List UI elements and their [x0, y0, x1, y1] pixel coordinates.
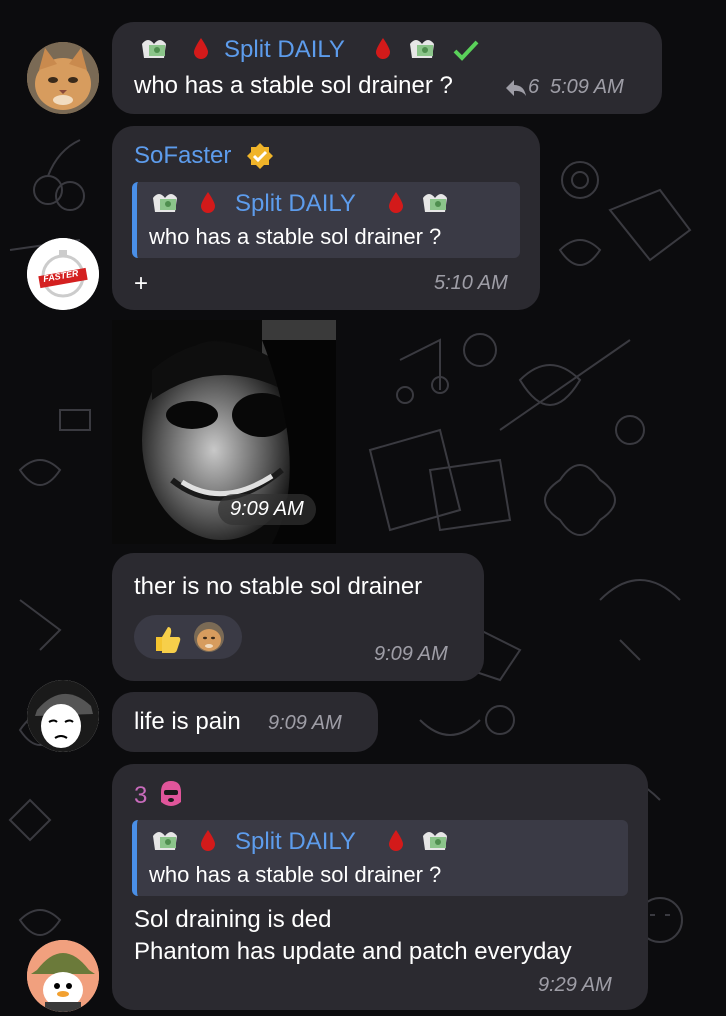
avatar-cat[interactable]: [27, 42, 99, 114]
cat-avatar-icon: [27, 42, 99, 114]
message-text-line-2: Phantom has update and patch everyday: [134, 938, 572, 965]
verified-badge-icon: [247, 143, 273, 169]
message-text: life is pain: [134, 708, 241, 735]
sender-name[interactable]: SoFaster: [134, 142, 231, 170]
reply-arrow-icon[interactable]: [504, 78, 528, 98]
avatar-duck-hat[interactable]: [27, 940, 99, 1012]
reaction-chip[interactable]: [134, 615, 242, 659]
message-bubble-4[interactable]: ther is no stable sol drainer 9:09 AM: [112, 553, 484, 681]
message-text-line-1: Sol draining is ded: [134, 906, 332, 933]
quoted-text: who has a stable sol drainer ?: [149, 862, 442, 887]
blood-drop-icon: [376, 38, 390, 59]
wojak-avatar-icon: [27, 680, 99, 752]
checkmark-icon: [453, 40, 479, 61]
money-with-wings-icon: [151, 828, 185, 859]
blood-drop-icon: [201, 830, 215, 851]
photo-time: 9:09 AM: [218, 494, 316, 525]
quoted-sender: Split DAILY: [235, 190, 356, 217]
blood-drop-icon: [194, 38, 208, 59]
blood-drop-icon: [201, 192, 215, 213]
thumbs-up-icon: [152, 623, 182, 658]
quoted-sender: Split DAILY: [235, 828, 356, 855]
message-bubble-5[interactable]: life is pain 9:09 AM: [112, 692, 378, 752]
message-time: 9:09 AM: [374, 643, 448, 665]
money-with-wings-icon: [421, 828, 455, 859]
blood-drop-icon: [389, 830, 403, 851]
money-with-wings-icon: [408, 36, 442, 67]
message-bubble-1[interactable]: Split DAILY who has a stable sol drainer…: [112, 22, 662, 114]
avatar-wojak[interactable]: [27, 680, 99, 752]
blood-drop-icon: [389, 192, 403, 213]
message-time: 9:09 AM: [268, 712, 342, 734]
balaclava-icon: [161, 781, 181, 806]
quoted-text: who has a stable sol drainer ?: [149, 224, 442, 249]
message-text: ther is no stable sol drainer: [134, 573, 423, 600]
quoted-message[interactable]: Split DAILY who has a stable sol drainer…: [132, 820, 628, 896]
photo-message[interactable]: 9:09 AM: [112, 320, 336, 544]
message-bubble-2[interactable]: SoFaster Split DAILY who has a stable so…: [112, 126, 540, 310]
reply-count[interactable]: 6: [528, 76, 539, 99]
money-with-wings-icon: [421, 190, 455, 221]
sender-name[interactable]: 3: [134, 782, 147, 810]
message-text: who has a stable sol drainer ?: [134, 72, 453, 99]
message-text: +: [134, 270, 149, 297]
message-time: 5:10 AM: [434, 272, 508, 294]
message-bubble-6[interactable]: 3 Split DAILY who has a stable sol drain…: [112, 764, 648, 1010]
quoted-message[interactable]: Split DAILY who has a stable sol drainer…: [132, 182, 520, 258]
sender-name[interactable]: Split DAILY: [224, 36, 345, 64]
avatar-sofaster[interactable]: FASTER: [27, 238, 99, 310]
money-with-wings-icon: [151, 190, 185, 221]
money-with-wings-icon: [140, 36, 174, 67]
message-time: 9:29 AM: [538, 974, 612, 996]
message-time: 5:09 AM: [550, 76, 624, 98]
duck-hat-avatar-icon: [27, 940, 99, 1012]
reaction-avatar: [194, 622, 224, 652]
